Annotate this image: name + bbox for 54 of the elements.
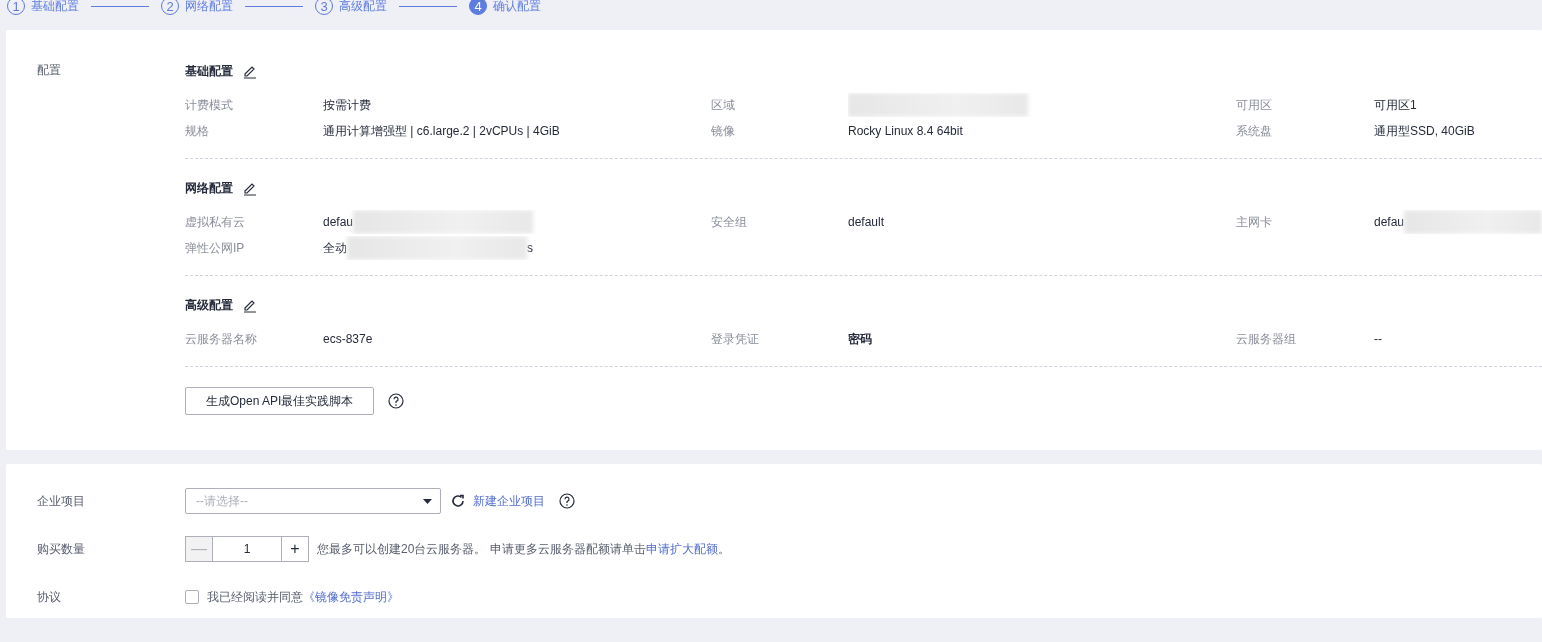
section-title: 高级配置 bbox=[185, 297, 233, 314]
field-label: 云服务器组 bbox=[1236, 330, 1297, 348]
field-value: 通用计算增强型 | c6.large.2 | 2vCPUs | 4GiB bbox=[323, 122, 560, 140]
edit-icon[interactable] bbox=[243, 181, 257, 196]
field-value: 全动 bbox=[323, 239, 347, 257]
field-label: 规格 bbox=[185, 122, 210, 140]
field-label: 云服务器名称 bbox=[185, 330, 258, 348]
section-title: 基础配置 bbox=[185, 63, 233, 80]
step-number: 4 bbox=[469, 0, 487, 15]
config-label: 配置 bbox=[37, 62, 62, 76]
agreement-text: 我已经阅读并同意《镜像免责声明》 bbox=[207, 588, 399, 606]
field-label: 安全组 bbox=[711, 213, 748, 231]
quantity-input[interactable]: 1 bbox=[212, 537, 282, 561]
quantity-stepper[interactable]: — 1 + bbox=[185, 536, 309, 562]
field-value: 可用区1 bbox=[1374, 96, 1417, 114]
help-icon[interactable] bbox=[388, 393, 405, 409]
field-label: 镜像 bbox=[711, 122, 736, 140]
field-label: 虚拟私有云 bbox=[185, 213, 246, 231]
field-value: -- bbox=[1374, 332, 1382, 346]
field-label: 登录凭证 bbox=[711, 330, 760, 348]
field-label: 弹性公网IP bbox=[185, 239, 246, 257]
field-value: ecs-837e bbox=[323, 332, 373, 346]
agreement-checkbox[interactable] bbox=[185, 590, 199, 604]
field-label: 协议 bbox=[37, 588, 62, 606]
field-value: defau bbox=[323, 215, 354, 229]
edit-icon[interactable] bbox=[243, 298, 257, 313]
generate-script-button[interactable]: 生成Open API最佳实践脚本 bbox=[185, 387, 375, 415]
field-value: defau bbox=[1374, 215, 1405, 229]
disclaimer-link[interactable]: 《镜像免责声明》 bbox=[303, 589, 399, 604]
quota-link[interactable]: 申请扩大配额 bbox=[645, 541, 718, 556]
step-label[interactable]: 确认配置 bbox=[493, 0, 541, 15]
field-value: 按需计费 bbox=[323, 96, 371, 114]
field-label: 企业项目 bbox=[37, 492, 86, 510]
step-label[interactable]: 高级配置 bbox=[339, 0, 387, 15]
field-label: 主网卡 bbox=[1236, 213, 1273, 231]
field-label: 购买数量 bbox=[37, 540, 86, 558]
field-value: default bbox=[848, 215, 885, 229]
field-label: 计费模式 bbox=[185, 96, 234, 114]
step-label[interactable]: 基础配置 bbox=[31, 0, 79, 15]
field-value: 密码 bbox=[848, 330, 872, 348]
section-title: 网络配置 bbox=[185, 180, 233, 197]
field-label: 区域 bbox=[711, 96, 736, 114]
step-label[interactable]: 网络配置 bbox=[185, 0, 233, 15]
edit-icon[interactable] bbox=[243, 64, 257, 79]
field-label: 可用区 bbox=[1236, 96, 1273, 114]
quota-note: 您最多可以创建20台云服务器。 申请更多云服务器配额请单击申请扩大配额。 bbox=[317, 540, 730, 558]
caret-icon bbox=[423, 498, 432, 504]
refresh-icon[interactable] bbox=[451, 494, 465, 508]
new-project-link[interactable]: 新建企业项目 bbox=[473, 492, 545, 510]
field-value: Rocky Linux 8.4 64bit bbox=[848, 124, 963, 138]
field-value: s bbox=[527, 241, 533, 255]
help-icon[interactable] bbox=[559, 493, 575, 509]
field-value: 通用型SSD, 40GiB bbox=[1374, 122, 1475, 140]
field-label: 系统盘 bbox=[1236, 122, 1273, 140]
